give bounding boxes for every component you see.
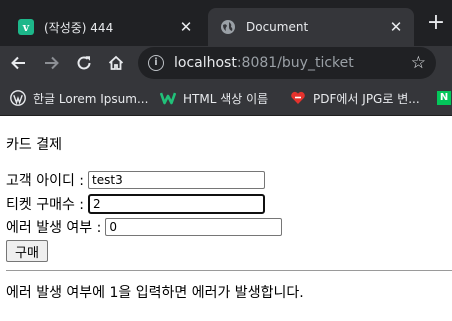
home-icon[interactable] — [102, 49, 130, 77]
velog-v-icon: v — [18, 19, 34, 35]
error-flag-row: 에러 발생 여부 : — [6, 217, 283, 237]
bookmark-label: HTML 색상 이름 — [183, 91, 269, 106]
bookmark-naver[interactable]: N — [436, 89, 452, 107]
site-info-icon[interactable]: i — [148, 55, 164, 71]
wordpress-icon — [10, 90, 26, 106]
customer-id-input[interactable] — [88, 171, 266, 189]
address-bar[interactable]: i localhost:8081/buy_ticket ☆ — [138, 47, 436, 79]
heart-icon — [290, 90, 306, 106]
naver-icon: N — [436, 90, 452, 106]
bookmark-pdf-to-jpg[interactable]: PDF에서 JPG로 변... — [290, 89, 420, 107]
close-tab-icon[interactable]: ✕ — [176, 17, 196, 37]
globe-icon — [220, 19, 236, 35]
tab-title: Document — [246, 20, 309, 34]
page-heading: 카드 결제 — [6, 137, 62, 153]
close-tab-icon[interactable]: ✕ — [386, 17, 406, 37]
error-flag-input[interactable] — [105, 218, 283, 236]
ticket-count-label: 티켓 구매수 : — [6, 197, 85, 213]
forward-arrow-icon[interactable] — [38, 49, 66, 77]
bookmark-label: 한글 Lorem Ipsum... — [33, 91, 149, 106]
page-content: 카드 결제 고객 아이디 : 티켓 구매수 : 에러 발생 여부 : 구매 에러… — [0, 116, 452, 321]
error-flag-label: 에러 발생 여부 : — [6, 220, 102, 236]
divider — [6, 270, 452, 271]
url-text: localhost:8081/buy_ticket — [174, 55, 354, 71]
customer-id-row: 고객 아이디 : — [6, 170, 266, 190]
error-notice: 에러 발생 여부에 1을 입력하면 에러가 발생합니다. — [6, 285, 304, 301]
back-arrow-icon[interactable] — [4, 49, 32, 77]
browser-toolbar: i localhost:8081/buy_ticket ☆ — [0, 46, 452, 80]
bookmark-html-colors[interactable]: HTML 색상 이름 — [160, 89, 268, 107]
bookmark-label: PDF에서 JPG로 변... — [313, 91, 420, 106]
tab-document[interactable]: Document ✕ — [208, 8, 414, 46]
reload-icon[interactable] — [70, 49, 98, 77]
w-logo-icon — [160, 90, 176, 106]
bookmark-lorem-ipsum[interactable]: 한글 Lorem Ipsum... — [10, 89, 148, 107]
bookmark-star-icon[interactable]: ☆ — [411, 53, 426, 73]
buy-button[interactable]: 구매 — [6, 240, 48, 262]
ticket-count-input[interactable] — [88, 194, 266, 214]
tab-strip: v (작성중) 444 ✕ Document ✕ + — [0, 0, 452, 46]
ticket-count-row: 티켓 구매수 : — [6, 194, 266, 214]
bookmarks-bar: 한글 Lorem Ipsum... HTML 색상 이름 PDF에서 JPG로 … — [0, 80, 452, 116]
new-tab-button[interactable]: + — [424, 12, 448, 36]
tab-velog-draft[interactable]: v (작성중) 444 ✕ — [8, 8, 204, 46]
tab-title: (작성중) 444 — [44, 20, 114, 35]
customer-id-label: 고객 아이디 : — [6, 173, 85, 189]
